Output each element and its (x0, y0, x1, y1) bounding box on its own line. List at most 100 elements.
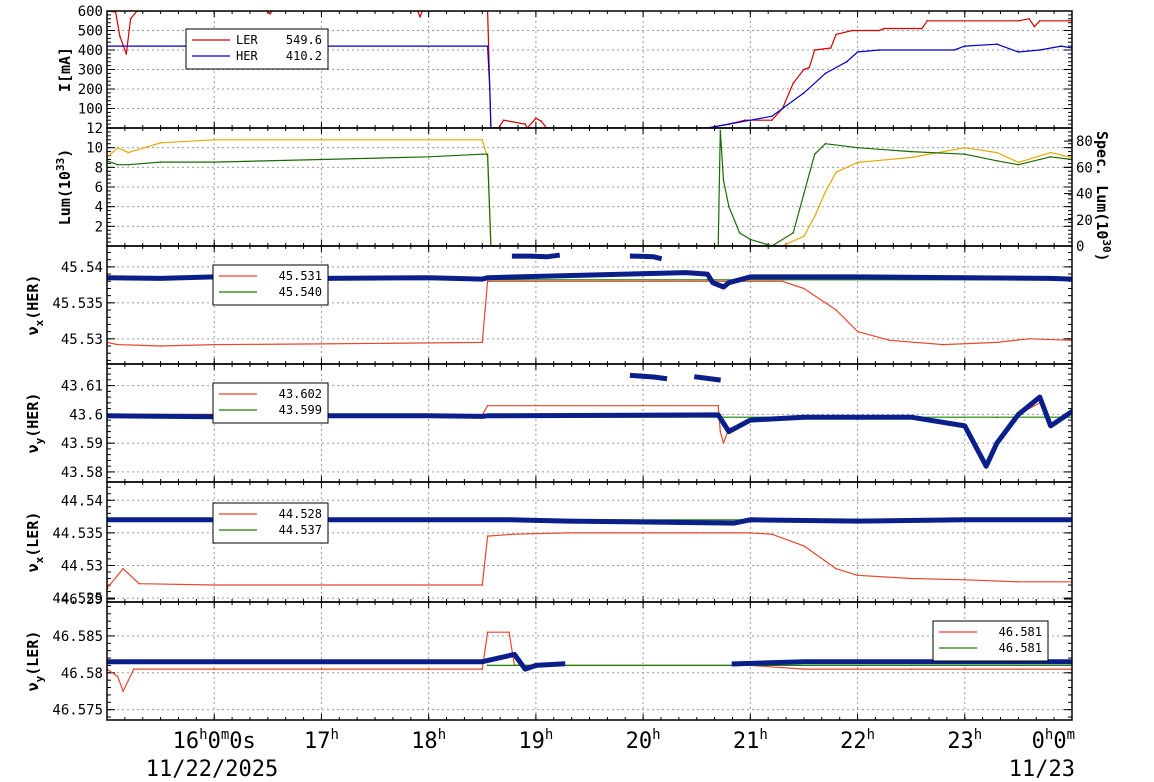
data-point (835, 309, 837, 311)
x-date-right: 11/23 (1009, 757, 1075, 782)
data-point (122, 567, 124, 570)
y-tick-label: 44.53 (61, 558, 103, 574)
legend: 45.531 45.540 (212, 264, 329, 306)
data-point (722, 442, 725, 444)
data-point (953, 49, 955, 51)
data-point (1017, 668, 1020, 670)
data-point (995, 441, 999, 445)
data-point (486, 404, 489, 407)
data-point (878, 49, 880, 51)
data-point (486, 276, 490, 280)
data-point (748, 518, 752, 522)
data-point (728, 123, 730, 125)
data-point (524, 123, 526, 125)
data-point (652, 375, 656, 379)
data-point (856, 51, 859, 53)
data-point (926, 20, 929, 22)
data-point (996, 416, 998, 419)
data-point (738, 232, 741, 234)
x-tick-label: 22h (840, 727, 875, 754)
data-point (127, 163, 130, 166)
data-point (419, 16, 421, 18)
y-tick-label: 200 (78, 82, 103, 98)
data-point (803, 92, 805, 94)
data-point (781, 280, 784, 283)
legend-label: HER (236, 49, 258, 63)
data-point (427, 668, 430, 670)
data-point (728, 205, 730, 208)
data-point (481, 668, 484, 670)
data-point (695, 532, 698, 534)
data-point (122, 690, 124, 692)
y-tick-label: 8 (95, 160, 103, 176)
y-axis-label: νy(HER) (24, 393, 46, 454)
data-point (1039, 20, 1041, 22)
data-point (630, 254, 635, 258)
data-point (486, 153, 489, 155)
data-point (269, 13, 271, 15)
data-point (910, 156, 912, 159)
data-point (129, 18, 132, 20)
y-tick-label: 45.54 (61, 260, 103, 276)
data-point (486, 414, 490, 418)
data-point (319, 660, 323, 664)
data-point (1049, 276, 1053, 280)
x-tick-label: 18h (411, 727, 446, 754)
data-point (963, 276, 967, 280)
data-point (996, 160, 998, 162)
y-tick-label: 10 (86, 141, 103, 157)
data-point (824, 72, 827, 75)
data-point (1060, 45, 1063, 47)
y-tick-label: 500 (78, 24, 103, 40)
x-tick-label: 20h (626, 727, 661, 754)
data-point (481, 139, 484, 141)
legend-value: 44.528 (279, 507, 322, 521)
data-point (1038, 395, 1042, 399)
legend-value: 44.537 (279, 523, 322, 537)
panel-current: 100 200 300 400 500 600 I[mA] LER 549.6 HER 410.2 (56, 4, 1073, 129)
data-point (851, 29, 853, 32)
data-point (963, 518, 967, 522)
data-point (824, 191, 827, 193)
data-point (566, 519, 570, 523)
data-point (846, 60, 848, 63)
y-tick-label: 6 (95, 180, 103, 196)
data-point (719, 129, 722, 132)
data-point (116, 343, 119, 346)
data-point (719, 430, 722, 433)
data-point (481, 153, 484, 155)
chart-figure: 100200300400500600I[mA]LER 549.6HER 410.22… (24, 4, 1113, 782)
data-point (732, 662, 736, 666)
data-point (116, 163, 119, 166)
data-point (320, 343, 323, 345)
data-point (963, 424, 967, 428)
y-tick-label: 46.575 (52, 703, 103, 719)
data-point (523, 667, 527, 671)
right-y-tick-label: 80 (1076, 134, 1093, 150)
y-tick-label: 46.59 (61, 592, 103, 608)
data-point (802, 415, 806, 419)
panel-lum: 2 4 6 8 10 12 0 20 40 60 80 Spec. Lum(1030) Lum(1033… (54, 121, 1113, 262)
x-tick-label: 23h (947, 727, 982, 754)
y-tick-label: 600 (78, 4, 103, 20)
data-point (125, 53, 128, 55)
data-point (921, 27, 923, 30)
data-point (159, 142, 162, 144)
data-point (555, 253, 559, 257)
data-point (1017, 581, 1020, 583)
data-point (1017, 20, 1020, 22)
data-point (722, 179, 725, 182)
data-point (878, 29, 880, 32)
x-tick-label: 17h (304, 727, 339, 754)
data-point (480, 414, 484, 418)
data-point (427, 156, 430, 158)
data-point (480, 518, 484, 522)
data-point (133, 668, 135, 670)
data-point (856, 275, 860, 279)
x-tick-label: 19h (518, 727, 553, 754)
x-tick-label: 0h0m (1032, 727, 1075, 754)
data-point (910, 668, 912, 670)
data-point (771, 533, 773, 535)
data-point (716, 413, 720, 417)
data-point (813, 153, 816, 155)
